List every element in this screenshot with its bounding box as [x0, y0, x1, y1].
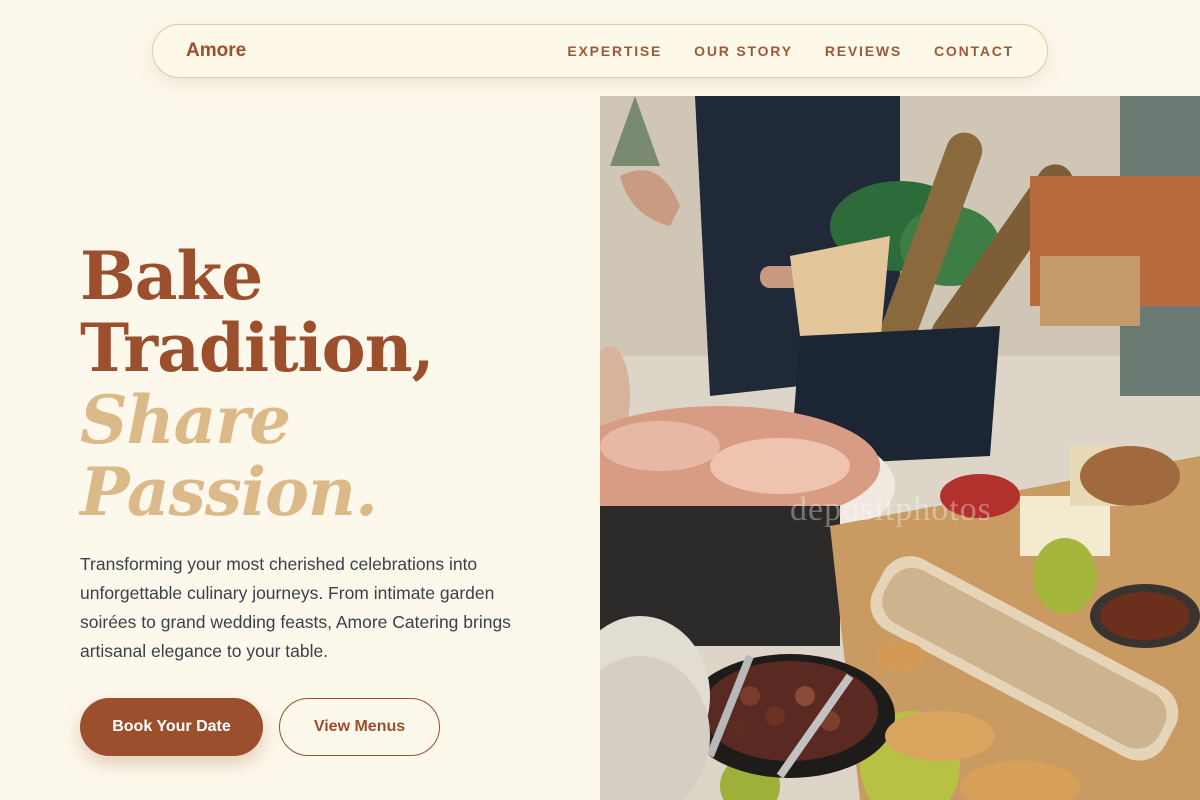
- headline-line-1: Bake: [80, 237, 263, 315]
- book-your-date-button[interactable]: Book Your Date: [80, 698, 263, 756]
- navbar: Amore EXPERTISE OUR STORY REVIEWS CONTAC…: [152, 24, 1048, 78]
- brand-logo[interactable]: Amore: [186, 40, 246, 62]
- nav-link-expertise[interactable]: EXPERTISE: [567, 43, 662, 59]
- headline-accent-2: Passion.: [80, 453, 378, 531]
- hero-image: depositphotos: [600, 96, 1200, 800]
- hero-text: Bake Tradition, Share Passion. Transform…: [80, 240, 550, 666]
- headline-accent-1: Share: [80, 381, 291, 459]
- nav-link-our-story[interactable]: OUR STORY: [694, 43, 793, 59]
- image-watermark: depositphotos: [790, 491, 992, 528]
- headline-line-2: Tradition,: [80, 309, 435, 387]
- nav-link-contact[interactable]: CONTACT: [934, 43, 1014, 59]
- hero-description: Transforming your most cherished celebra…: [80, 554, 511, 661]
- catering-spread-illustration: [600, 96, 1200, 800]
- hero-cta-group: Book Your Date View Menus: [80, 698, 440, 756]
- nav-link-reviews[interactable]: REVIEWS: [825, 43, 902, 59]
- view-menus-button[interactable]: View Menus: [279, 698, 440, 756]
- hero-headline: Bake Tradition, Share Passion.: [80, 240, 550, 528]
- nav-links: EXPERTISE OUR STORY REVIEWS CONTACT: [567, 43, 1014, 59]
